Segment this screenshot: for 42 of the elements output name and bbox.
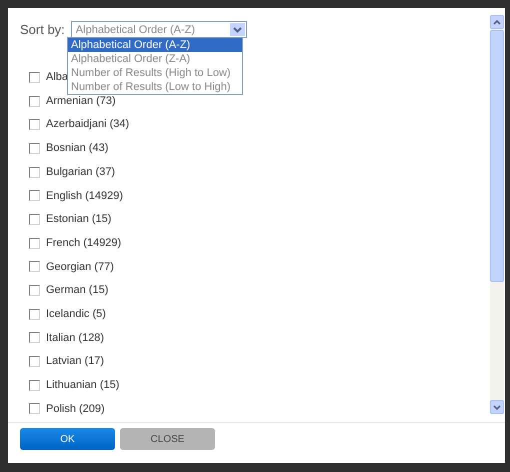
sort-label: Sort by: — [20, 21, 65, 39]
language-label: Azerbaidjani (34) — [46, 117, 130, 132]
language-label: Alba — [46, 70, 68, 86]
checkbox[interactable] — [29, 214, 40, 225]
language-label: Latvian (17) — [46, 354, 104, 370]
checkbox[interactable] — [29, 285, 40, 296]
scroll-up-icon[interactable] — [490, 15, 504, 29]
checkbox[interactable] — [29, 72, 40, 83]
language-label: Georgian (77) — [46, 260, 114, 275]
language-label: Lithuanian (15) — [46, 378, 120, 394]
checkbox[interactable] — [29, 261, 40, 272]
checkbox[interactable] — [29, 96, 40, 107]
language-label: Italian (128) — [46, 330, 104, 346]
language-label: German (15) — [46, 283, 108, 298]
scroll-thumb[interactable] — [490, 30, 504, 282]
language-label: Estonian (15) — [46, 212, 112, 228]
checkbox[interactable] — [29, 119, 40, 130]
language-label: Armenian (73) — [46, 94, 116, 109]
checkbox[interactable] — [29, 166, 40, 178]
checkbox[interactable] — [29, 332, 40, 344]
dropdown-option[interactable]: Number of Results (High to Low) — [68, 66, 242, 80]
dropdown-option[interactable]: Number of Results (Low to High) — [68, 80, 242, 94]
language-label: Icelandic (5) — [46, 306, 106, 322]
dropdown-option[interactable]: Alphabetical Order (A-Z) — [68, 38, 242, 52]
close-button[interactable]: CLOSE — [120, 428, 215, 450]
language-label: Bosnian (43) — [46, 141, 108, 156]
dropdown-option[interactable]: Alphabetical Order (Z-A) — [68, 52, 242, 66]
language-label: English (14929) — [46, 188, 124, 204]
scrollbar[interactable] — [490, 15, 504, 414]
scroll-down-icon[interactable] — [490, 400, 504, 414]
language-label: French (14929) — [46, 236, 122, 251]
checkbox[interactable] — [29, 308, 40, 320]
checkbox[interactable] — [29, 238, 40, 249]
checkbox[interactable] — [29, 190, 40, 202]
checkbox[interactable] — [29, 380, 40, 391]
language-label: Bulgarian (37) — [46, 164, 116, 180]
checkbox[interactable] — [29, 142, 40, 154]
language-label: Polish (209) — [46, 402, 105, 417]
checkbox[interactable] — [29, 356, 40, 368]
sort-dropdown[interactable]: Alphabetical Order (A-Z) — [70, 21, 247, 38]
ok-button[interactable]: OK — [20, 428, 115, 450]
checkbox[interactable] — [29, 403, 40, 414]
